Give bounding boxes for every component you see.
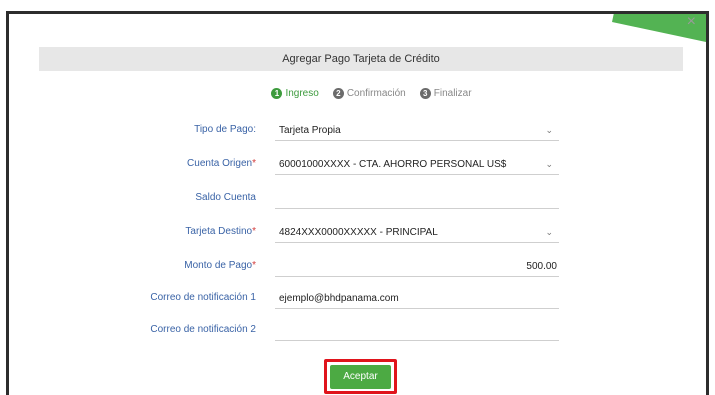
row-tarjeta-destino: Tarjeta Destino* 4824XXX0000XXXXX - PRIN… bbox=[9, 222, 706, 244]
monto-pago-input[interactable]: 500.00 bbox=[275, 256, 559, 277]
saldo-cuenta-field bbox=[275, 188, 559, 209]
row-monto-pago: Monto de Pago* 500.00 bbox=[9, 256, 706, 278]
chevron-down-icon: ⌄ bbox=[545, 159, 553, 169]
dialog-title-bar: Agregar Pago Tarjeta de Crédito bbox=[39, 47, 683, 71]
tipo-pago-label: Tipo de Pago: bbox=[194, 124, 256, 135]
row-cuenta-origen: Cuenta Origen* 60001000XXXX - CTA. AHORR… bbox=[9, 154, 706, 176]
step-label: Ingreso bbox=[285, 88, 319, 99]
accept-highlight: Aceptar bbox=[324, 359, 397, 394]
cuenta-origen-select[interactable]: 60001000XXXX - CTA. AHORRO PERSONAL US$ … bbox=[275, 154, 559, 175]
step-confirmacion: 2 Confirmación bbox=[332, 88, 406, 99]
step-finalizar: 3 Finalizar bbox=[419, 88, 472, 99]
step-label: Finalizar bbox=[433, 88, 472, 99]
tarjeta-destino-label: Tarjeta Destino* bbox=[185, 226, 256, 237]
tipo-pago-select[interactable]: Tarjeta Propia ⌄ bbox=[275, 120, 559, 141]
row-correo-1: Correo de notificación 1 ejemplo@bhdpana… bbox=[9, 288, 706, 310]
tarjeta-destino-select[interactable]: 4824XXX0000XXXXX - PRINCIPAL ⌄ bbox=[275, 222, 559, 243]
step-number-icon: 1 bbox=[271, 88, 283, 99]
accept-button[interactable]: Aceptar bbox=[330, 364, 391, 389]
row-tipo-pago: Tipo de Pago: Tarjeta Propia ⌄ bbox=[9, 120, 706, 142]
wizard-steps: 1 Ingreso 2 Confirmación 3 Finalizar bbox=[9, 88, 706, 99]
close-icon[interactable]: × bbox=[687, 14, 696, 30]
step-number-icon: 3 bbox=[419, 88, 431, 99]
cuenta-origen-label: Cuenta Origen* bbox=[187, 158, 256, 169]
correo-1-input[interactable]: ejemplo@bhdpanama.com bbox=[275, 288, 559, 309]
saldo-cuenta-label: Saldo Cuenta bbox=[195, 192, 256, 203]
dialog-title: Agregar Pago Tarjeta de Crédito bbox=[282, 53, 440, 65]
step-number-icon: 2 bbox=[332, 88, 344, 99]
step-label: Confirmación bbox=[346, 88, 406, 99]
monto-pago-label: Monto de Pago* bbox=[184, 260, 256, 271]
correo-1-label: Correo de notificación 1 bbox=[150, 292, 256, 303]
dialog-window: × Agregar Pago Tarjeta de Crédito 1 Ingr… bbox=[6, 11, 709, 395]
row-saldo-cuenta: Saldo Cuenta bbox=[9, 188, 706, 210]
correo-2-label: Correo de notificación 2 bbox=[150, 324, 256, 335]
step-ingreso: 1 Ingreso bbox=[271, 88, 319, 99]
row-correo-2: Correo de notificación 2 bbox=[9, 320, 706, 342]
chevron-down-icon: ⌄ bbox=[545, 227, 553, 237]
correo-2-input[interactable] bbox=[275, 320, 559, 341]
chevron-down-icon: ⌄ bbox=[545, 125, 553, 135]
